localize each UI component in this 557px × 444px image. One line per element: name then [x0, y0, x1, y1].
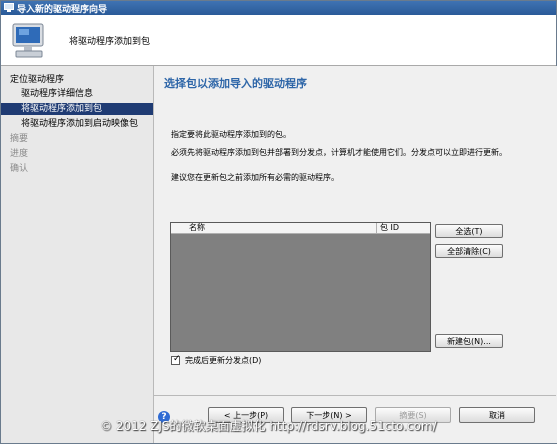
select-all-button[interactable]: 全选(T)	[435, 224, 503, 238]
package-list-header: 名称 包 ID	[171, 223, 430, 234]
wizard-steps-nav: 定位驱动程序 驱动程序详细信息 将驱动程序添加到包 将驱动程序添加到启动映像包 …	[1, 66, 153, 443]
check-mark-icon: ✓	[173, 354, 181, 364]
update-distribution-label: 完成后更新分发点(D)	[185, 356, 262, 365]
column-package-id[interactable]: 包 ID	[380, 223, 399, 233]
window-title: 导入新的驱动程序向导	[17, 5, 108, 15]
column-name[interactable]: 名称	[189, 223, 205, 233]
nav-step-driver-details[interactable]: 驱动程序详细信息	[1, 88, 173, 100]
nav-step-add-to-package[interactable]: 将驱动程序添加到包	[1, 103, 153, 115]
page-title: 选择包以添加导入的驱动程序	[164, 77, 307, 90]
header-title: 将驱动程序添加到包	[69, 37, 151, 47]
nav-step-progress: 进度	[10, 149, 29, 159]
cancel-button[interactable]: 取消	[459, 407, 535, 423]
deploy-note-text: 必须先将驱动程序添加到包并部署到分发点，计算机才能使用它们。分发点可以立即进行更…	[171, 148, 507, 157]
nav-step-confirmation: 确认	[10, 164, 29, 174]
computer-icon	[12, 23, 44, 58]
header-banner: 将驱动程序添加到包	[1, 15, 556, 66]
column-separator	[376, 223, 377, 233]
wizard-window: 导入新的驱动程序向导 将驱动程序添加到包 定位驱动程序 驱动程序详细信息 将驱动…	[0, 0, 557, 444]
package-list[interactable]: 名称 包 ID	[170, 222, 431, 352]
watermark-text: © 2012 ZJS的微软桌面虚拟化 http://rdsrv.blog.51c…	[100, 419, 437, 433]
wizard-icon	[4, 3, 14, 12]
main-panel: 选择包以添加导入的驱动程序 指定要将此驱动程序添加到的包。 必须先将驱动程序添加…	[153, 66, 557, 443]
recommendation-text: 建议您在更新包之前添加所有必需的驱动程序。	[171, 173, 339, 182]
title-bar: 导入新的驱动程序向导	[1, 1, 556, 15]
clear-all-button[interactable]: 全部清除(C)	[435, 244, 503, 258]
nav-step-summary: 摘要	[10, 134, 29, 144]
nav-step-add-to-boot-image[interactable]: 将驱动程序添加到启动映像包	[1, 118, 173, 130]
new-package-button[interactable]: 新建包(N)...	[435, 334, 503, 348]
footer-divider	[153, 395, 556, 396]
update-distribution-checkbox[interactable]: ✓	[171, 354, 181, 365]
nav-step-locate-driver[interactable]: 定位驱动程序	[1, 74, 162, 86]
instruction-text: 指定要将此驱动程序添加到的包。	[171, 130, 291, 139]
